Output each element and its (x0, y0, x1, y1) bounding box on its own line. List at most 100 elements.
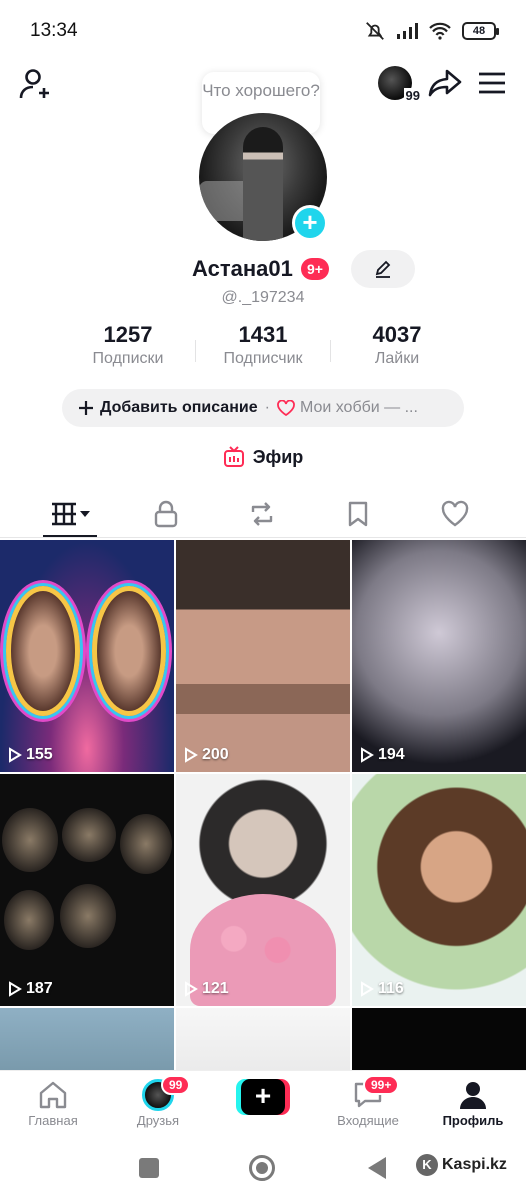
share-icon[interactable] (428, 68, 462, 98)
video-views: 155 (8, 746, 53, 764)
video-views: 187 (8, 980, 53, 998)
nav-friends-label: Друзья (136, 1113, 180, 1128)
blob-shape (4, 890, 54, 950)
create-button[interactable]: + (236, 1079, 290, 1115)
add-bio-label: Добавить описание (100, 399, 258, 416)
blob-shape (2, 808, 58, 872)
portrait-ring (92, 586, 166, 716)
recents-button[interactable] (139, 1158, 159, 1178)
stat-followers-value: 1431 (238, 322, 288, 347)
video-thumbnail[interactable]: 116 (352, 774, 526, 1006)
bio-bar[interactable]: Добавить описание · Мои хобби — ... (62, 389, 464, 427)
nav-inbox[interactable]: 99+ Входящие (323, 1075, 413, 1128)
play-icon (9, 981, 22, 997)
stat-following-value: 1257 (103, 322, 153, 347)
content-tabs (0, 492, 526, 538)
stat-divider (330, 340, 331, 362)
video-views: 194 (360, 746, 405, 764)
blob-shape (120, 814, 172, 874)
stat-divider (195, 340, 196, 362)
add-friend-button[interactable] (18, 66, 58, 106)
video-thumbnail[interactable]: 200 (176, 540, 350, 772)
status-time: 13:34 (30, 20, 78, 41)
bio-separator: · (264, 399, 270, 416)
mute-bell-icon (366, 22, 384, 40)
name-row: Астана01 9+ (0, 254, 526, 286)
home-icon (39, 1081, 67, 1109)
stat-likes-value: 4037 (372, 322, 422, 347)
kaspi-logo-icon: K (416, 1154, 438, 1176)
stat-likes[interactable]: 4037 Лайки (332, 322, 462, 368)
friends-badge: 99 (161, 1075, 191, 1095)
pencil-icon (375, 260, 391, 278)
heart-outline-icon (277, 400, 295, 416)
video-thumbnail[interactable] (176, 1008, 350, 1070)
status-icons: 48 (364, 20, 499, 42)
video-thumbnail[interactable] (352, 1008, 526, 1070)
bottom-nav: Главная 99 Друзья + 99+ Входящие Профиль (0, 1070, 526, 1136)
inbox-badge: 99+ (363, 1075, 400, 1095)
tab-videos[interactable] (42, 492, 102, 536)
nav-friends[interactable]: 99 Друзья (113, 1075, 203, 1128)
menu-icon[interactable] (478, 71, 506, 95)
blob-shape (60, 884, 116, 948)
play-icon (185, 981, 198, 997)
heart-icon (441, 500, 469, 527)
edit-profile-button[interactable] (351, 250, 415, 288)
story-avatar-badge: 99 (403, 88, 422, 103)
nav-home-label: Главная (28, 1113, 78, 1128)
home-system-button[interactable] (249, 1155, 275, 1181)
video-grid: 155 200 194 187 121 116 (0, 540, 526, 1070)
view-count: 121 (202, 980, 229, 997)
create-plus-icon: + (241, 1079, 285, 1115)
profile-name: Астана01 (192, 256, 293, 281)
tab-reposts[interactable] (232, 492, 292, 536)
video-thumbnail[interactable]: 187 (0, 774, 174, 1006)
stat-following[interactable]: 1257 Подписки (63, 322, 193, 368)
video-thumbnail[interactable]: 155 (0, 540, 174, 772)
blob-shape (62, 808, 116, 862)
play-icon (361, 981, 374, 997)
video-thumbnail[interactable]: 194 (352, 540, 526, 772)
view-count: 116 (378, 980, 404, 997)
avatar-person-shape (243, 127, 283, 241)
live-button[interactable]: Эфир (0, 445, 526, 469)
name-badge[interactable]: 9+ (301, 258, 329, 280)
view-count: 194 (378, 746, 405, 763)
story-avatar[interactable]: 99 (378, 66, 422, 103)
system-navigation-bar: K Kaspi.kz (0, 1136, 526, 1200)
stat-followers-label: Подписчик (223, 350, 303, 367)
watermark: K Kaspi.kz (416, 1154, 507, 1176)
video-views: 116 (360, 980, 404, 998)
status-bar: 13:34 48 (0, 0, 526, 62)
lock-icon (154, 500, 178, 528)
video-thumbnail[interactable]: 121 (176, 774, 350, 1006)
nav-home[interactable]: Главная (8, 1077, 98, 1128)
live-tv-icon (223, 446, 244, 467)
profile-icon (460, 1082, 486, 1109)
play-icon (361, 747, 374, 763)
video-thumbnail[interactable] (0, 1008, 174, 1070)
tab-liked[interactable] (425, 492, 485, 536)
battery-level: 48 (472, 25, 486, 37)
bookmark-icon (348, 501, 368, 527)
add-story-button[interactable]: + (292, 205, 328, 241)
tab-private[interactable] (136, 492, 196, 536)
view-count: 155 (26, 746, 53, 763)
stat-followers[interactable]: 1431 Подписчик (198, 322, 328, 368)
profile-handle: @._197234 (221, 289, 305, 306)
active-tab-indicator (43, 535, 97, 537)
stat-likes-label: Лайки (374, 350, 420, 367)
hobby-label: Мои хобби — ... (299, 399, 418, 416)
back-button[interactable] (368, 1157, 386, 1179)
view-count: 187 (26, 980, 53, 997)
live-label: Эфир (252, 446, 304, 467)
play-icon (9, 747, 22, 763)
tab-saved[interactable] (328, 492, 388, 536)
video-views: 121 (184, 980, 229, 998)
nav-profile[interactable]: Профиль (428, 1077, 518, 1128)
portrait-ring (6, 586, 80, 716)
wifi-icon (429, 22, 451, 40)
video-views: 200 (184, 746, 229, 764)
header-actions: 99 (378, 66, 506, 103)
